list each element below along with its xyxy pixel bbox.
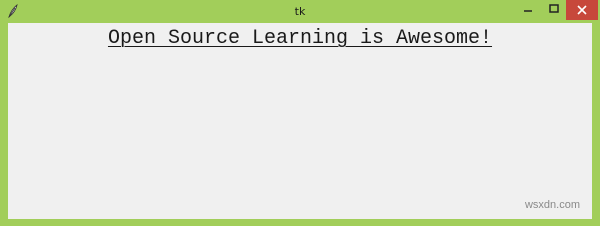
headline-label: Open Source Learning is Awesome! bbox=[107, 27, 493, 50]
maximize-icon bbox=[549, 4, 559, 13]
maximize-button[interactable] bbox=[541, 0, 567, 20]
minimize-icon bbox=[524, 10, 532, 12]
watermark-text: wsxdn.com bbox=[524, 199, 580, 211]
title-bar[interactable]: tk bbox=[0, 0, 600, 23]
minimize-button[interactable] bbox=[515, 0, 541, 20]
window-client-area: Open Source Learning is Awesome! wsxdn.c… bbox=[8, 23, 592, 219]
close-button[interactable] bbox=[566, 0, 598, 20]
close-icon bbox=[577, 5, 587, 15]
app-window: tk Open Source Learning is Awesome! wsxd… bbox=[0, 0, 600, 226]
window-title: tk bbox=[294, 5, 306, 18]
